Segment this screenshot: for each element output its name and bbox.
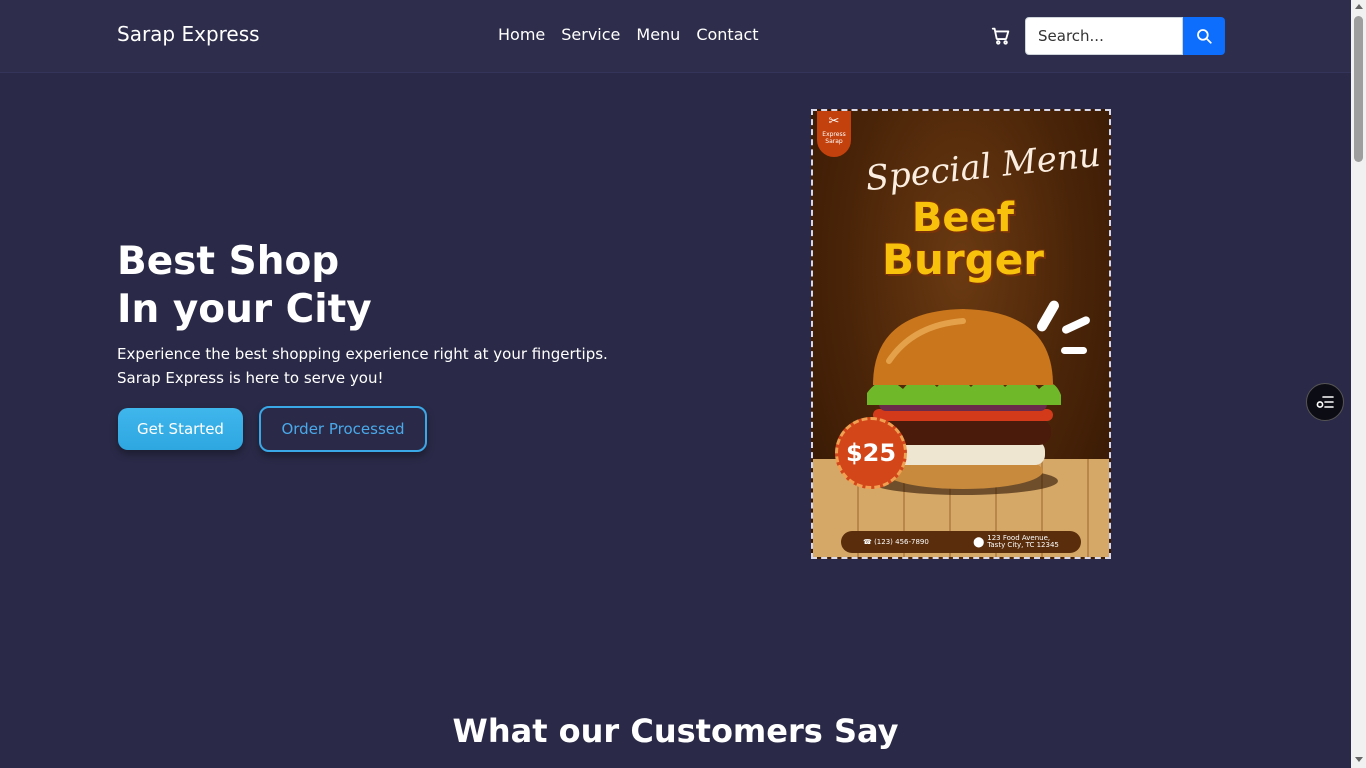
poster-burger: Burger (882, 235, 1044, 284)
utensils-icon: ✂ (828, 114, 840, 129)
poster-logo: ✂ Express Sarap (817, 111, 851, 157)
floating-widget-button[interactable] (1306, 383, 1344, 421)
search-form (1025, 17, 1225, 55)
special-menu-poster: ✂ Express Sarap Special Menu Beef Burger… (811, 109, 1111, 559)
poster-phone: (123) 456-7890 (874, 538, 929, 546)
nav-home[interactable]: Home (498, 25, 545, 44)
poster-phone-group: ☎ (123) 456-7890 (863, 538, 929, 546)
location-pin-icon: ⬤ (973, 536, 985, 548)
search-button[interactable] (1183, 17, 1225, 55)
cart-icon[interactable] (990, 25, 1012, 47)
scroll-thumb[interactable] (1354, 16, 1363, 162)
scroll-up-arrow[interactable] (1355, 4, 1363, 9)
get-started-button[interactable]: Get Started (118, 408, 243, 450)
hero-desc-line2: Sarap Express is here to serve you! (117, 369, 384, 387)
poster-logo-line1: Express (822, 131, 846, 138)
hero-title-line2: In your City (117, 287, 372, 332)
hero-title: Best Shop In your City (117, 238, 372, 334)
hero-desc-line1: Experience the best shopping experience … (117, 345, 608, 363)
nav-menu[interactable]: Menu (636, 25, 680, 44)
section-title: What our Customers Say (452, 712, 899, 750)
search-icon (1197, 29, 1212, 44)
scroll-down-arrow[interactable] (1355, 757, 1363, 762)
brand-logo[interactable]: Sarap Express (117, 22, 260, 46)
navbar: Sarap Express Home Service Menu Contact (0, 0, 1351, 73)
hero-description: Experience the best shopping experience … (117, 342, 677, 390)
hero-title-line1: Best Shop (117, 239, 340, 284)
poster-special-menu: Special Menu (863, 134, 1103, 200)
nav-links: Home Service Menu Contact (498, 25, 759, 44)
poster-contact-bar: ☎ (123) 456-7890 ⬤ 123 Food Avenue, Tast… (841, 531, 1081, 553)
settings-list-icon (1316, 396, 1334, 408)
poster-address-group: ⬤ 123 Food Avenue, Tasty City, TC 12345 (973, 535, 1059, 549)
price-badge: $25 (835, 417, 907, 489)
nav-contact[interactable]: Contact (696, 25, 758, 44)
scrollbar[interactable] (1351, 0, 1366, 768)
phone-icon: ☎ (863, 538, 872, 546)
poster-address-line2: Tasty City, TC 12345 (987, 541, 1059, 549)
order-processed-button[interactable]: Order Processed (259, 406, 427, 452)
poster-logo-line2: Sarap (825, 138, 843, 145)
search-input[interactable] (1025, 17, 1183, 55)
nav-service[interactable]: Service (561, 25, 620, 44)
